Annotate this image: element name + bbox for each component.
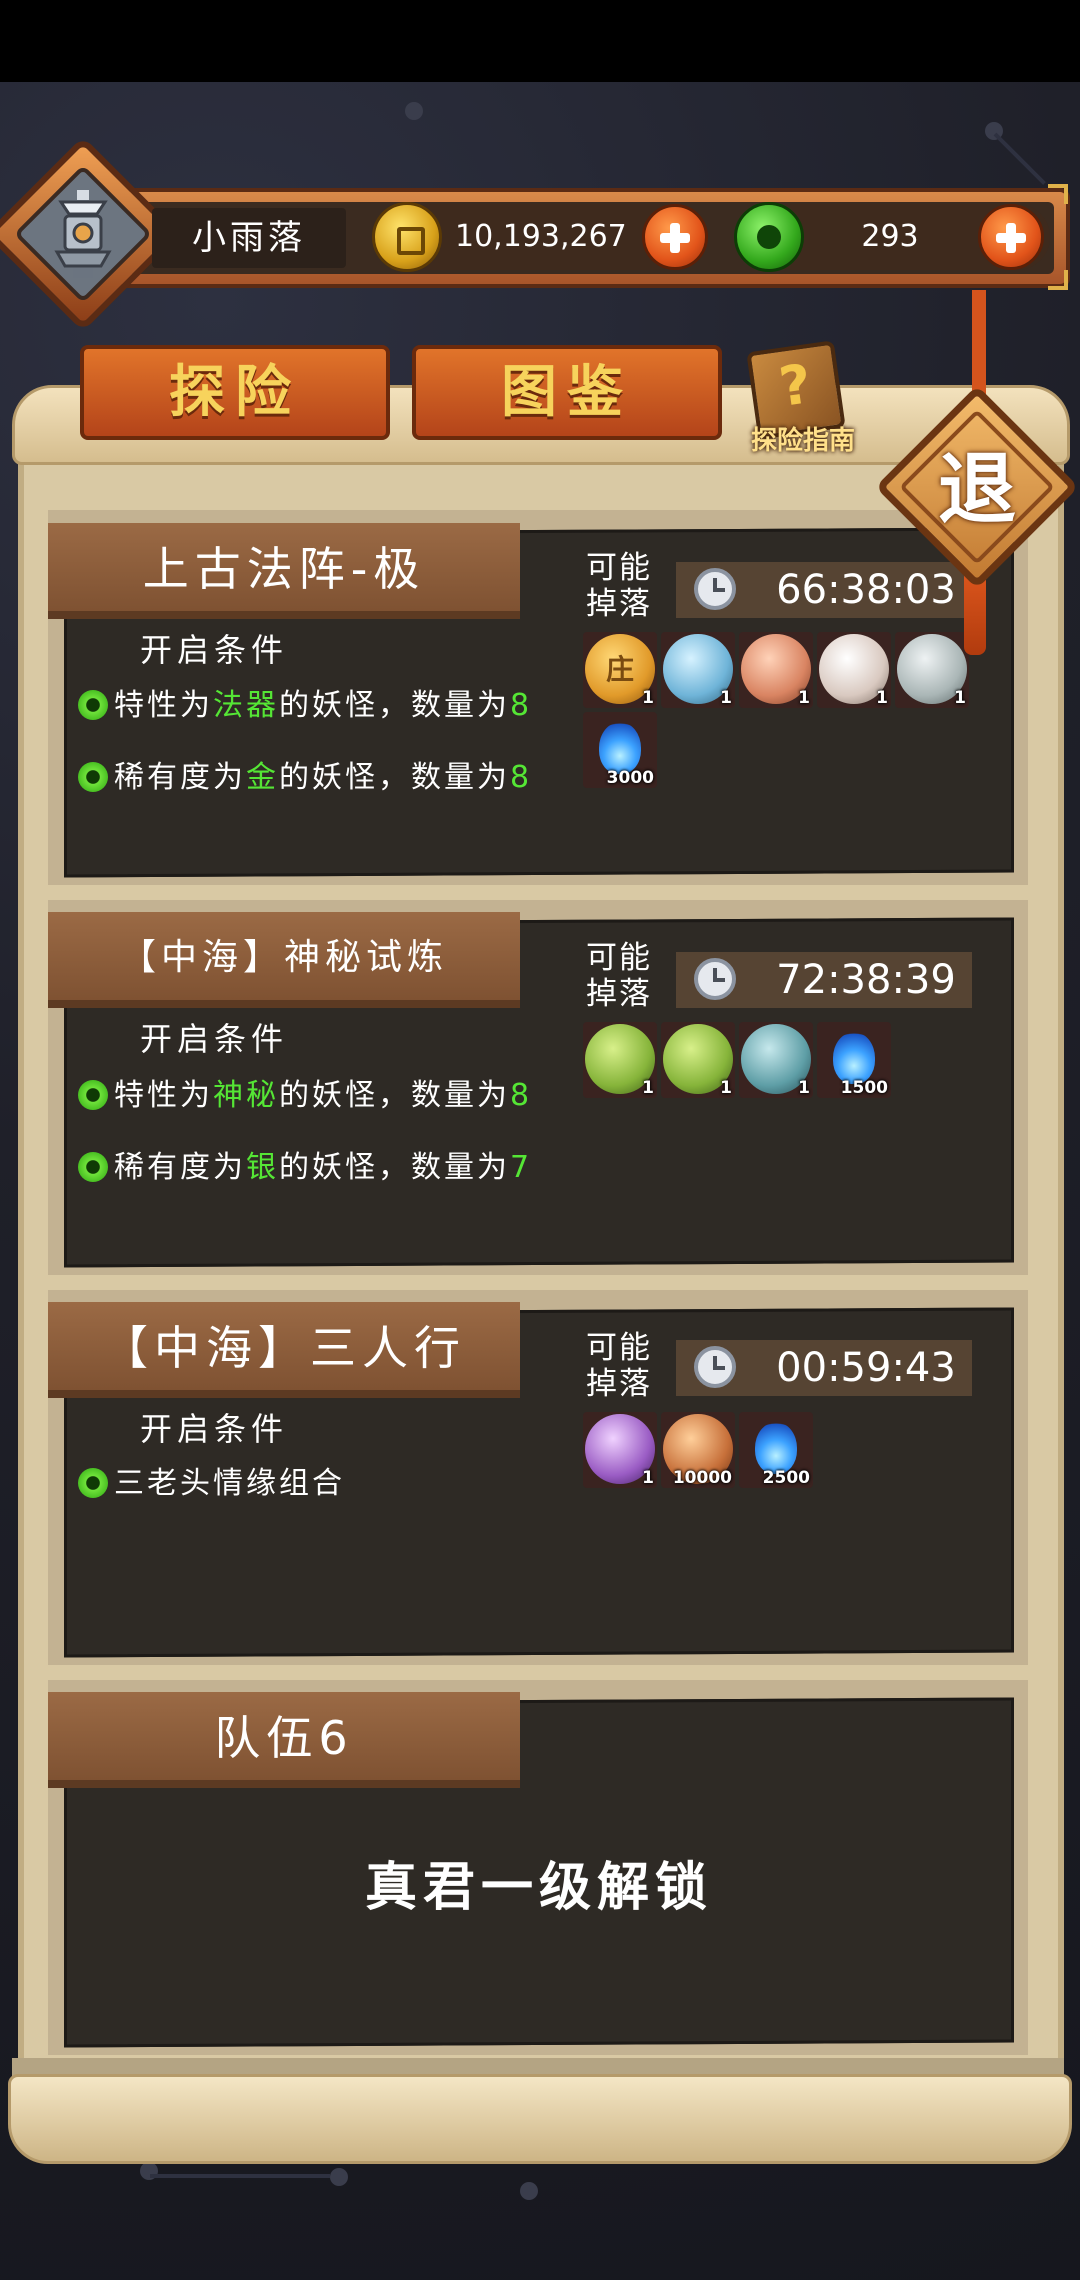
mission-title: 【中海】三人行 <box>48 1302 520 1398</box>
condition-line: 特性为神秘的妖怪，数量为8 <box>78 1070 532 1114</box>
add-gold-button[interactable] <box>642 204 708 270</box>
jade-amount: 293 <box>861 219 919 254</box>
blue-flame-icon <box>833 1032 875 1084</box>
gold-coin-icon <box>372 202 442 272</box>
drop-item[interactable]: 1 <box>661 632 735 708</box>
scroll-bottom-roll <box>8 2074 1072 2164</box>
condition-line: 三老头情缘组合 <box>78 1458 345 1502</box>
exit-button-label[interactable]: 退 <box>905 440 1049 540</box>
drop-item[interactable]: 3000 <box>583 712 657 788</box>
bg-constellation-line <box>993 132 1046 185</box>
exit-cord <box>972 290 986 405</box>
stopwatch-icon <box>694 1346 736 1388</box>
mission-timer: 72:38:39 <box>676 952 972 1008</box>
corner-ornament <box>1048 184 1068 204</box>
mission-title: 上古法阵-极 <box>48 523 520 619</box>
drop-item[interactable]: 1 <box>739 632 813 708</box>
drop-item[interactable]: 1 <box>583 1022 657 1098</box>
possible-drops-label: 可能掉落 <box>586 1330 652 1402</box>
bg-star <box>405 102 423 120</box>
drop-item[interactable]: 1500 <box>817 1022 891 1098</box>
drop-item[interactable]: 庄1 <box>583 632 657 708</box>
add-jade-button[interactable] <box>978 204 1044 270</box>
tab-explore[interactable]: 探险 <box>80 345 390 440</box>
condition-bullet-icon <box>78 762 108 792</box>
possible-drops-label: 可能掉落 <box>586 550 652 622</box>
bg-star <box>520 2182 538 2200</box>
drop-item[interactable]: 1 <box>817 632 891 708</box>
bg-constellation-line <box>150 2174 330 2178</box>
condition-header: 开启条件 <box>140 1020 289 1058</box>
jade-coin-icon <box>734 202 804 272</box>
mission-timer: 00:59:43 <box>676 1340 972 1396</box>
condition-bullet-icon <box>78 690 108 720</box>
drop-item[interactable]: 10000 <box>661 1412 735 1488</box>
lantern-icon <box>54 190 112 278</box>
stopwatch-icon <box>694 568 736 610</box>
condition-header: 开启条件 <box>140 631 289 669</box>
mission-timer: 66:38:03 <box>676 562 972 618</box>
condition-line: 稀有度为金的妖怪，数量为8 <box>78 752 532 796</box>
status-bar <box>0 0 1080 82</box>
drop-item[interactable]: 2500 <box>739 1412 813 1488</box>
unlock-requirement: 真君一级解锁 <box>364 1858 713 1918</box>
tab-atlas[interactable]: 图鉴 <box>412 345 722 440</box>
condition-bullet-icon <box>78 1152 108 1182</box>
corner-ornament <box>1048 270 1068 290</box>
stopwatch-icon <box>694 958 736 1000</box>
gold-amount: 10,193,267 <box>455 219 627 254</box>
condition-bullet-icon <box>78 1080 108 1110</box>
team-title: 队伍6 <box>48 1692 520 1788</box>
mission-title: 【中海】神秘试炼 <box>48 912 520 1008</box>
condition-header: 开启条件 <box>140 1410 289 1448</box>
drop-item[interactable]: 1 <box>583 1412 657 1488</box>
drop-item[interactable]: 1 <box>895 632 969 708</box>
guide-button-label[interactable]: 探险指南 <box>738 420 868 457</box>
possible-drops-label: 可能掉落 <box>586 940 652 1012</box>
question-mark-icon: ? <box>775 352 816 419</box>
condition-line: 特性为法器的妖怪，数量为8 <box>78 680 532 724</box>
player-name: 小雨落 <box>152 208 346 268</box>
condition-bullet-icon <box>78 1468 108 1498</box>
blue-flame-icon <box>599 722 641 774</box>
bg-star <box>330 2168 348 2186</box>
drop-item[interactable]: 1 <box>661 1022 735 1098</box>
blue-flame-icon <box>755 1422 797 1474</box>
condition-line: 稀有度为银的妖怪，数量为7 <box>78 1142 532 1186</box>
drop-item[interactable]: 1 <box>739 1022 813 1098</box>
